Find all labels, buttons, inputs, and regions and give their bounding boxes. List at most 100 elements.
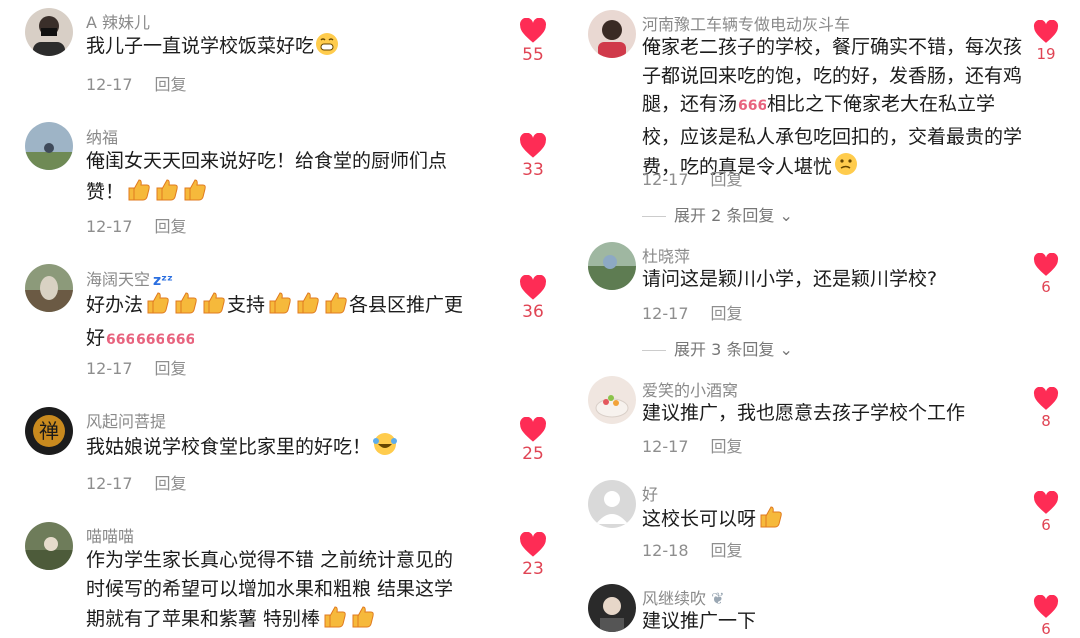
- comment-text-line: 俺闺女天天回来说好吃！给食堂的厨师们点: [86, 150, 448, 172]
- comment-date: 12-17: [86, 474, 133, 493]
- comment-username[interactable]: 喵喵喵: [86, 523, 134, 547]
- like-button[interactable]: 6: [1026, 595, 1066, 638]
- comment-username[interactable]: 海阔天空 zᶻᶻ: [86, 266, 173, 290]
- reply-button[interactable]: 回复: [155, 75, 187, 94]
- comment-text-line: 建议推广，我也愿意去孩子学校个工作: [642, 402, 966, 424]
- comment-text-line: 腿，还有汤: [642, 93, 738, 115]
- avatar[interactable]: [588, 376, 636, 424]
- heart-icon: [520, 417, 546, 442]
- like-button[interactable]: 25: [513, 417, 553, 464]
- reply-button[interactable]: 回复: [155, 217, 187, 236]
- thumbs-up-icon: [125, 176, 151, 211]
- 666-emoji-icon: 666: [166, 328, 195, 357]
- comment-username[interactable]: 杜晓萍: [642, 243, 690, 267]
- comment-username[interactable]: 风起问菩提: [86, 408, 166, 432]
- heart-icon: [1033, 253, 1059, 276]
- like-button[interactable]: 19: [1026, 20, 1066, 63]
- thumbs-up-icon: [266, 289, 292, 324]
- svg-text:666: 666: [166, 332, 194, 348]
- thumbs-up-icon: [153, 176, 179, 211]
- svg-text:666: 666: [738, 98, 766, 114]
- avatar[interactable]: [25, 522, 73, 570]
- comment-username-text: 海阔天空: [86, 270, 151, 289]
- like-count: 25: [522, 444, 544, 464]
- avatar[interactable]: [25, 264, 73, 312]
- like-count: 33: [522, 160, 544, 180]
- comment-text-line: 我姑娘说学校食堂比家里的好吃！: [86, 436, 372, 458]
- comment-username[interactable]: 纳福: [86, 124, 118, 148]
- comment-text: 我姑娘说学校食堂比家里的好吃！: [86, 431, 399, 466]
- like-button[interactable]: 6: [1026, 491, 1066, 534]
- comment-date: 12-17: [86, 359, 133, 378]
- avatar[interactable]: [25, 122, 73, 170]
- reply-button[interactable]: 回复: [711, 170, 743, 189]
- comment-text-line: 期就有了苹果和紫薯 特别棒: [86, 608, 321, 630]
- svg-text:禅: 禅: [39, 419, 59, 443]
- zzz-icon: zᶻᶻ: [153, 273, 173, 289]
- comment-text: 俺家老二孩子的学校，餐厅确实不错，每次孩 子都说回来吃的饱，吃的好，发香肠，还有…: [642, 33, 1042, 186]
- reply-button[interactable]: 回复: [155, 359, 187, 378]
- like-count: 8: [1041, 412, 1051, 430]
- comment-text-line: 子都说回来吃的饱，吃的好，发香肠，还有鸡: [642, 64, 1023, 87]
- heart-icon: [1033, 491, 1059, 514]
- like-count: 36: [522, 302, 544, 322]
- like-count: 6: [1041, 278, 1051, 296]
- reply-button[interactable]: 回复: [711, 541, 743, 560]
- expand-replies-button[interactable]: 展开 3 条回复 ⌄: [642, 336, 793, 360]
- avatar[interactable]: [588, 584, 636, 632]
- avatar[interactable]: [588, 242, 636, 290]
- comment-text-line: 作为学生家长真心觉得不错 之前统计意见的: [86, 549, 454, 571]
- comment-meta: 12-17 回复: [86, 355, 187, 379]
- comment-text: 好办法 支持 各县区推广更 好 666 666 666: [86, 289, 496, 356]
- like-button[interactable]: 6: [1026, 253, 1066, 296]
- comment-text-line: 这校长可以呀: [642, 508, 757, 530]
- reply-button[interactable]: 回复: [155, 474, 187, 493]
- like-button[interactable]: 8: [1026, 387, 1066, 430]
- like-button[interactable]: 23: [513, 532, 553, 579]
- comment-username[interactable]: A 辣妹儿: [86, 9, 150, 33]
- reply-button[interactable]: 回复: [711, 437, 743, 456]
- 666-emoji-icon: 666: [136, 328, 165, 357]
- heart-icon: [1033, 20, 1059, 43]
- expand-replies-button[interactable]: 展开 2 条回复 ⌄: [642, 202, 793, 226]
- comment-username[interactable]: 爱笑的小酒窝: [642, 377, 738, 401]
- comment-meta: 12-17 回复: [642, 300, 743, 324]
- like-button[interactable]: 55: [513, 18, 553, 65]
- avatar[interactable]: 禅: [25, 407, 73, 455]
- thumbs-up-icon: [757, 503, 783, 538]
- comment-text: 建议推广一下: [642, 607, 756, 636]
- comment-meta: 12-17 回复: [86, 213, 187, 237]
- reply-button[interactable]: 回复: [711, 304, 743, 323]
- divider: [642, 216, 666, 217]
- comment-date: 12-17: [642, 170, 689, 189]
- comment-text: 这校长可以呀: [642, 503, 784, 538]
- thinking-emoji-icon: [833, 151, 859, 186]
- avatar[interactable]: [25, 8, 73, 56]
- default-avatar[interactable]: [588, 480, 636, 528]
- heart-icon: [520, 18, 546, 43]
- thumbs-up-icon: [321, 603, 347, 638]
- comment-date: 12-17: [86, 217, 133, 236]
- comment-meta: 12-17 回复: [86, 470, 187, 494]
- avatar[interactable]: [588, 10, 636, 58]
- comment-text-line: 支持: [227, 294, 266, 316]
- comment-text: 俺闺女天天回来说好吃！给食堂的厨师们点 赞！: [86, 147, 486, 210]
- 666-emoji-icon: 666: [106, 328, 135, 357]
- thumbs-up-icon: [200, 289, 226, 324]
- comment-username[interactable]: 风继续吹 ❦: [642, 585, 725, 609]
- heart-icon: [1033, 387, 1059, 410]
- divider: [642, 350, 666, 351]
- like-count: 55: [522, 45, 544, 65]
- comment-username[interactable]: 好: [642, 481, 658, 505]
- like-count: 6: [1041, 620, 1051, 638]
- comment-username[interactable]: 河南豫工车辆专做电动灰斗车: [642, 11, 850, 35]
- comment-date: 12-17: [642, 437, 689, 456]
- like-button[interactable]: 33: [513, 133, 553, 180]
- expand-replies-label: 展开 2 条回复: [674, 206, 775, 225]
- like-button[interactable]: 36: [513, 275, 553, 322]
- shell-icon: ❦: [711, 589, 725, 608]
- comment-date: 12-18: [642, 541, 689, 560]
- grin-emoji-icon: [315, 32, 339, 65]
- comment-date: 12-17: [86, 75, 133, 94]
- comment-text-line: 相比之下俺家老大在私立学: [767, 93, 996, 115]
